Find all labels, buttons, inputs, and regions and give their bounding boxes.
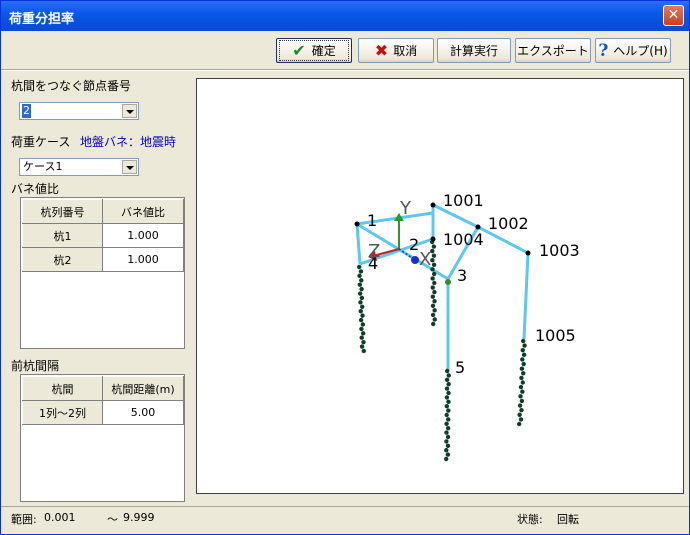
range-max: 9.999 (123, 511, 155, 524)
node-label: 杭間をつなぐ節点番号 (11, 79, 132, 93)
state-value: 回転 (557, 513, 579, 526)
node-select-value: 2 (22, 104, 31, 118)
table-row[interactable]: 1列～2列 5.00 (22, 400, 184, 425)
table-cell[interactable]: 1.000 (102, 247, 184, 272)
loadcase-select[interactable]: ケース1 (19, 158, 139, 176)
pile-elements (357, 239, 527, 462)
calculate-label: 計算実行 (449, 44, 498, 58)
confirm-label: 確定 (311, 44, 336, 58)
column-header: 杭列番号 (22, 199, 103, 224)
export-button[interactable]: エクスポート (515, 38, 591, 63)
axis-z-label: Z (368, 241, 380, 262)
spacing-label: 前杭間隔 (11, 359, 60, 373)
status-separator (1, 506, 689, 507)
table-cell[interactable]: 5.00 (102, 400, 184, 425)
node-label: 3 (457, 266, 467, 285)
range-label: 範囲: (11, 513, 37, 526)
title-bar[interactable]: 荷重分担率 ✕ (1, 1, 689, 31)
axis-y-label: Y (399, 198, 412, 219)
cross-icon: ✖ (374, 40, 389, 60)
table-cell[interactable]: 1.000 (102, 223, 184, 248)
load-share-window: 荷重分担率 ✕ ✔ 確定 ✖ 取消 計算実行 エクスポート ? ヘルプ(H) 杭間をつ… (0, 0, 690, 535)
chevron-down-icon[interactable] (122, 160, 137, 174)
calculate-button[interactable]: 計算実行 (437, 38, 511, 63)
loadcase-select-value: ケース1 (23, 160, 63, 173)
loadcase-label: 荷重ケース (11, 135, 71, 149)
range-separator: ～ (107, 513, 118, 526)
column-header: 杭間距離(m) (102, 376, 184, 401)
spring-label: バネ値比 (11, 182, 60, 196)
node-label: 1 (367, 211, 377, 230)
range-min: 0.001 (44, 511, 76, 524)
window-title: 荷重分担率 (9, 12, 75, 27)
frame-model-drawing: 1 2 3 4 5 1001 1002 1003 1004 1005 Y Z X (354, 191, 580, 462)
toolbar-separator (1, 69, 689, 71)
help-label: ヘルプ(H) (613, 44, 668, 58)
column-header: バネ値比 (102, 199, 184, 224)
help-button[interactable]: ? ヘルプ(H) (595, 38, 671, 63)
axis-x-label: X (419, 249, 431, 270)
table-row[interactable]: 杭1 1.000 (22, 223, 184, 248)
row-header: 杭2 (22, 247, 103, 272)
spring-table: 杭列番号 バネ値比 杭1 1.000 杭2 1.000 (22, 199, 184, 272)
table-row[interactable]: 杭2 1.000 (22, 247, 184, 272)
node-label: 1001 (443, 191, 484, 210)
close-icon: ✕ (667, 7, 680, 23)
node-label: 1002 (488, 214, 529, 233)
node-label: 1004 (443, 230, 484, 249)
confirm-button[interactable]: ✔ 確定 (276, 38, 352, 63)
spacing-table-panel: 杭間 杭間距離(m) 1列～2列 5.00 (20, 374, 185, 502)
chevron-down-icon[interactable] (122, 104, 137, 118)
node-label: 5 (455, 358, 465, 377)
node-label: 1005 (535, 326, 576, 345)
export-label: エクスポート (517, 44, 589, 58)
check-icon: ✔ (292, 40, 306, 60)
spacing-table: 杭間 杭間距離(m) 1列～2列 5.00 (22, 376, 184, 425)
cancel-button[interactable]: ✖ 取消 (358, 38, 434, 63)
node-select[interactable]: 2 (19, 102, 139, 120)
node-label: 2 (409, 235, 419, 254)
table-header-row: 杭列番号 バネ値比 (22, 199, 184, 224)
loadcase-info: 地盤バネ：地震時 (80, 135, 177, 149)
column-header: 杭間 (22, 376, 103, 401)
row-header: 杭1 (22, 223, 103, 248)
row-header: 1列～2列 (22, 400, 103, 425)
close-button[interactable]: ✕ (663, 5, 684, 26)
node-label: 1003 (539, 241, 580, 260)
help-icon: ? (598, 40, 609, 61)
model-viewport[interactable]: 1 2 3 4 5 1001 1002 1003 1004 1005 Y Z X (196, 78, 684, 494)
spring-table-panel: 杭列番号 バネ値比 杭1 1.000 杭2 1.000 (20, 197, 185, 349)
state-label: 状態: (517, 513, 543, 526)
table-header-row: 杭間 杭間距離(m) (22, 376, 184, 401)
cancel-label: 取消 (393, 44, 418, 58)
